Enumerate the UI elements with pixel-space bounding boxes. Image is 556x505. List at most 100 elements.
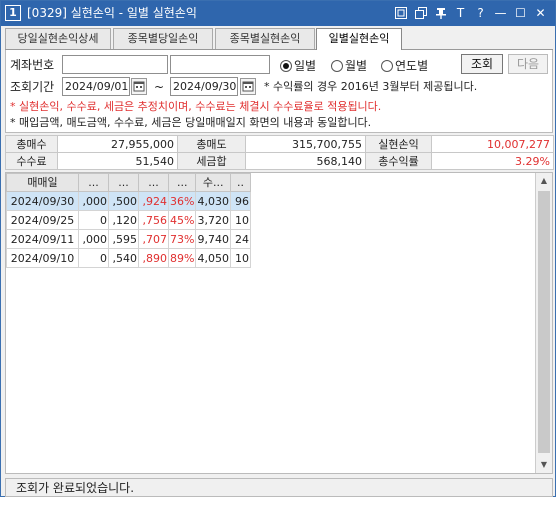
amount-consistency-note: * 매입금액, 매도금액, 수수료, 세금은 당일매매일지 화면의 내용과 동일… xyxy=(10,116,372,129)
end-date-calendar-icon[interactable] xyxy=(240,78,256,95)
window-number-badge: 1 xyxy=(5,5,21,21)
estimate-warning-note: * 실현손익, 수수료, 세금은 추정치이며, 수수료는 체결시 수수료율로 적… xyxy=(10,100,382,113)
table-cell: 45% xyxy=(167,210,197,230)
table-cell: ,756 xyxy=(138,210,169,230)
summary-row: 수수료 51,540 세금합 568,140 총수익률 3.29% xyxy=(5,152,554,170)
summary-table: 총매수 27,955,000 총매도 315,700,755 실현손익 10,0… xyxy=(5,135,554,170)
scroll-down-arrow-icon[interactable]: ▼ xyxy=(536,457,552,473)
query-button[interactable]: 조회 xyxy=(461,54,503,74)
column-header[interactable]: 수... xyxy=(195,173,231,192)
help-button[interactable]: ? xyxy=(472,4,489,22)
pin-icon[interactable] xyxy=(432,4,449,22)
window-icon[interactable] xyxy=(412,4,429,22)
return-rate-note: * 수익률의 경우 2016년 3월부터 제공됩니다. xyxy=(264,80,478,93)
table-cell: ,000 xyxy=(78,229,109,249)
table-cell: ,595 xyxy=(108,229,139,249)
realized-pnl-value: 10,007,277 xyxy=(431,135,554,153)
grid-header-row: 매매일 ... ... ... ... 수... .. xyxy=(6,173,251,192)
daily-pnl-table: 매매일 ... ... ... ... 수... .. 2024/09/30,0… xyxy=(6,173,251,268)
period-label: 조회기간 xyxy=(10,80,55,94)
background-strip xyxy=(0,497,556,505)
query-form: 계좌번호 일별 월별 연도별 조회 다음 조회기간 2024/09/01 ~ 2… xyxy=(5,50,553,133)
vertical-scrollbar[interactable]: ▲ ▼ xyxy=(535,173,552,473)
table-cell: 89% xyxy=(167,248,197,268)
daily-pnl-grid[interactable]: 매매일 ... ... ... ... 수... .. 2024/09/30,0… xyxy=(5,172,553,474)
font-size-button[interactable]: T xyxy=(452,4,469,22)
start-date-calendar-icon[interactable] xyxy=(131,78,147,95)
tab-daily-realized-pnl[interactable]: 일별실현손익 xyxy=(316,28,402,50)
radio-daily-indicator xyxy=(280,59,292,72)
tab-bar: 당일실현손익상세 종목별당일손익 종목별실현손익 일별실현손익 xyxy=(5,28,553,50)
table-row[interactable]: 2024/09/11,000,595,707 73% 9,740 24 xyxy=(6,229,251,249)
radio-monthly[interactable]: 월별 xyxy=(331,57,367,74)
table-cell: ,000 xyxy=(78,191,109,211)
start-date-field[interactable]: 2024/09/01 xyxy=(62,77,130,96)
column-header[interactable]: ... xyxy=(138,173,169,192)
trade-date-cell: 2024/09/11 xyxy=(6,229,79,249)
trade-date-cell: 2024/09/30 xyxy=(6,191,79,211)
table-cell: 4,050 xyxy=(195,248,231,268)
tab-item-realized-pnl[interactable]: 종목별실현손익 xyxy=(215,28,315,49)
table-cell: ,500 xyxy=(108,191,139,211)
account-number-field[interactable] xyxy=(62,55,168,74)
radio-daily[interactable]: 일별 xyxy=(280,57,316,74)
link-icon[interactable] xyxy=(392,4,409,22)
account-name-field[interactable] xyxy=(170,55,270,74)
column-header[interactable]: ... xyxy=(167,173,197,192)
radio-monthly-label: 월별 xyxy=(345,59,368,73)
radio-yearly[interactable]: 연도별 xyxy=(381,57,428,74)
table-cell: 73% xyxy=(167,229,197,249)
tax-total-label: 세금합 xyxy=(177,152,246,170)
total-return-label: 총수익률 xyxy=(365,152,432,170)
tab-item-daily-pnl[interactable]: 종목별당일손익 xyxy=(113,28,213,49)
table-cell: 0 xyxy=(78,210,109,230)
total-return-value: 3.29% xyxy=(431,152,554,170)
end-date-field[interactable]: 2024/09/30 xyxy=(170,77,238,96)
table-cell: 10 xyxy=(229,248,251,268)
close-button[interactable]: ✕ xyxy=(532,4,549,22)
trade-date-cell: 2024/09/10 xyxy=(6,248,79,268)
table-cell: 9,740 xyxy=(195,229,231,249)
trade-date-cell: 2024/09/25 xyxy=(6,210,79,230)
fee-label: 수수료 xyxy=(5,152,58,170)
title-bar[interactable]: 1 [0329] 실현손익 - 일별 실현손익 T ? — ☐ ✕ xyxy=(1,1,555,26)
radio-yearly-indicator xyxy=(381,59,393,72)
table-cell: 0 xyxy=(78,248,109,268)
radio-monthly-indicator xyxy=(331,59,343,72)
table-row[interactable]: 2024/09/25 0,120,756 45% 3,720 10 xyxy=(6,210,251,230)
next-button[interactable]: 다음 xyxy=(508,54,548,74)
status-message: 조회가 완료되었습니다. xyxy=(16,481,135,495)
radio-yearly-label: 연도별 xyxy=(395,59,429,73)
table-cell: 24 xyxy=(229,229,251,249)
status-bar: 조회가 완료되었습니다. xyxy=(5,478,553,497)
minimize-button[interactable]: — xyxy=(492,4,509,22)
table-cell: 4,030 xyxy=(195,191,231,211)
table-row[interactable]: 2024/09/10 0,540,890 89% 4,050 10 xyxy=(6,248,251,268)
total-sell-value: 315,700,755 xyxy=(245,135,366,153)
radio-daily-label: 일별 xyxy=(294,59,317,73)
table-cell: 36% xyxy=(167,191,197,211)
column-header[interactable]: .. xyxy=(229,173,251,192)
table-cell: ,924 xyxy=(138,191,169,211)
column-header[interactable]: ... xyxy=(108,173,139,192)
table-cell: 10 xyxy=(229,210,251,230)
app-window: 1 [0329] 실현손익 - 일별 실현손익 T ? — ☐ ✕ 당일실현손익… xyxy=(0,0,556,497)
tab-daily-realized-detail[interactable]: 당일실현손익상세 xyxy=(5,28,111,49)
summary-row: 총매수 27,955,000 총매도 315,700,755 실현손익 10,0… xyxy=(5,135,554,153)
fee-value: 51,540 xyxy=(57,152,178,170)
column-header-trade-date[interactable]: 매매일 xyxy=(6,173,79,192)
table-cell: 3,720 xyxy=(195,210,231,230)
titlebar-buttons: T ? — ☐ ✕ xyxy=(392,4,549,22)
total-buy-label: 총매수 xyxy=(5,135,58,153)
tax-total-value: 568,140 xyxy=(245,152,366,170)
maximize-button[interactable]: ☐ xyxy=(512,4,529,22)
account-label: 계좌번호 xyxy=(10,58,55,72)
scrollbar-thumb[interactable] xyxy=(538,191,550,453)
column-header[interactable]: ... xyxy=(78,173,109,192)
total-buy-value: 27,955,000 xyxy=(57,135,178,153)
total-sell-label: 총매도 xyxy=(177,135,246,153)
scroll-up-arrow-icon[interactable]: ▲ xyxy=(536,173,552,189)
table-cell: ,120 xyxy=(108,210,139,230)
table-row[interactable]: 2024/09/30,000,500,924 36% 4,030 96 xyxy=(6,191,251,211)
realized-pnl-label: 실현손익 xyxy=(365,135,432,153)
